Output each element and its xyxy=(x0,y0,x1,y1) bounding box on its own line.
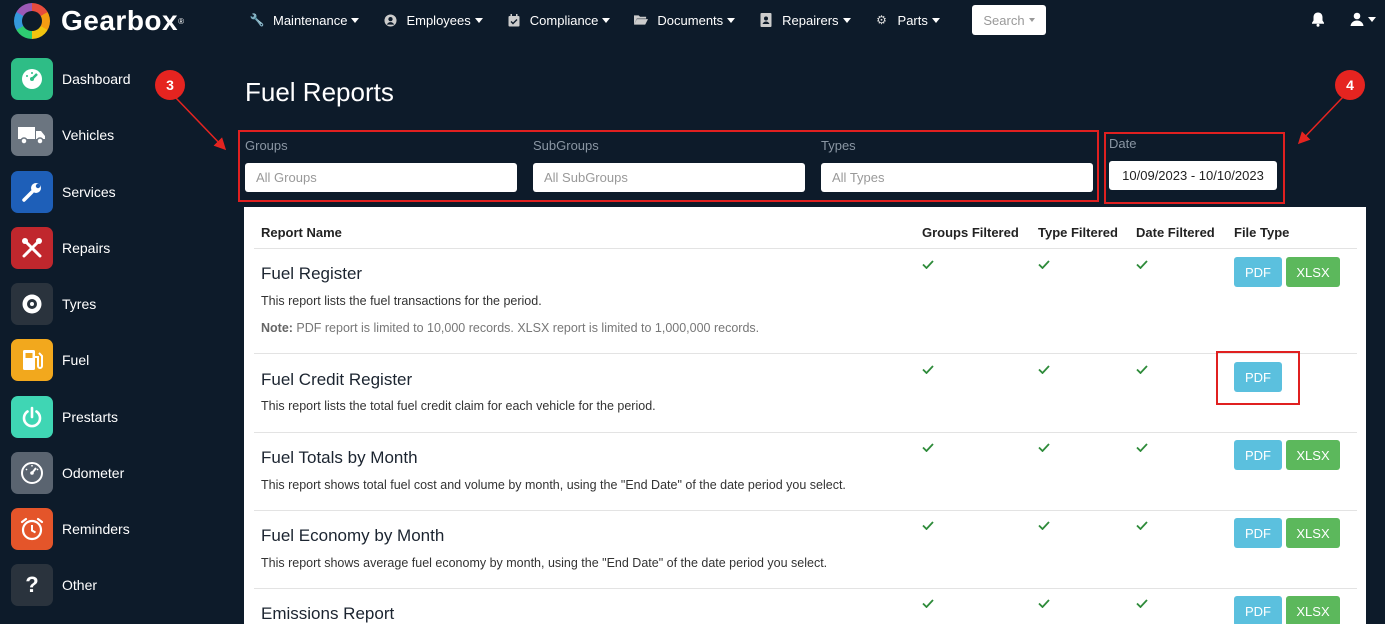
xlsx-button[interactable]: XLSX xyxy=(1286,440,1340,470)
check-icon xyxy=(1038,260,1050,269)
annotation-badge-4: 4 xyxy=(1335,70,1365,100)
report-description: This report shows average fuel economy b… xyxy=(261,556,828,570)
reports-table: Report Name Groups Filtered Type Filtere… xyxy=(244,207,1366,624)
check-icon xyxy=(1136,521,1148,530)
divider xyxy=(254,248,1357,249)
divider xyxy=(254,588,1357,589)
header-type-filtered: Type Filtered xyxy=(1038,225,1118,240)
check-icon xyxy=(1038,365,1050,374)
check-icon xyxy=(1038,443,1050,452)
xlsx-button[interactable]: XLSX xyxy=(1286,596,1340,624)
check-icon xyxy=(922,443,934,452)
check-icon xyxy=(922,260,934,269)
report-description: This report lists the total fuel credit … xyxy=(261,399,656,413)
report-description: This report shows total fuel cost and vo… xyxy=(261,478,846,492)
report-title: Fuel Economy by Month xyxy=(261,526,445,545)
pdf-button[interactable]: PDF xyxy=(1234,596,1282,624)
check-icon xyxy=(922,365,934,374)
header-groups-filtered: Groups Filtered xyxy=(922,225,1019,240)
header-report-name: Report Name xyxy=(261,225,342,240)
check-icon xyxy=(1136,599,1148,608)
check-icon xyxy=(1038,599,1050,608)
annotation-badge-3: 3 xyxy=(155,70,185,100)
divider xyxy=(254,353,1357,354)
report-note: Note: PDF report is limited to 10,000 re… xyxy=(261,321,759,335)
check-icon xyxy=(1136,365,1148,374)
pdf-button[interactable]: PDF xyxy=(1234,257,1282,287)
note-label: Note: xyxy=(261,321,293,335)
report-title: Emissions Report xyxy=(261,604,395,623)
report-title: Fuel Totals by Month xyxy=(261,448,418,467)
annotation-box-pdf xyxy=(1216,351,1300,405)
report-title: Fuel Register xyxy=(261,264,363,283)
header-date-filtered: Date Filtered xyxy=(1136,225,1215,240)
divider xyxy=(254,510,1357,511)
check-icon xyxy=(922,599,934,608)
xlsx-button[interactable]: XLSX xyxy=(1286,257,1340,287)
check-icon xyxy=(1136,260,1148,269)
report-title: Fuel Credit Register xyxy=(261,370,413,389)
note-text: PDF report is limited to 10,000 records.… xyxy=(292,321,760,335)
check-icon xyxy=(1136,443,1148,452)
header-file-type: File Type xyxy=(1234,225,1290,240)
xlsx-button[interactable]: XLSX xyxy=(1286,518,1340,548)
pdf-button[interactable]: PDF xyxy=(1234,440,1282,470)
pdf-button[interactable]: PDF xyxy=(1234,518,1282,548)
check-icon xyxy=(922,521,934,530)
divider xyxy=(254,432,1357,433)
report-description: This report lists the fuel transactions … xyxy=(261,294,542,308)
check-icon xyxy=(1038,521,1050,530)
